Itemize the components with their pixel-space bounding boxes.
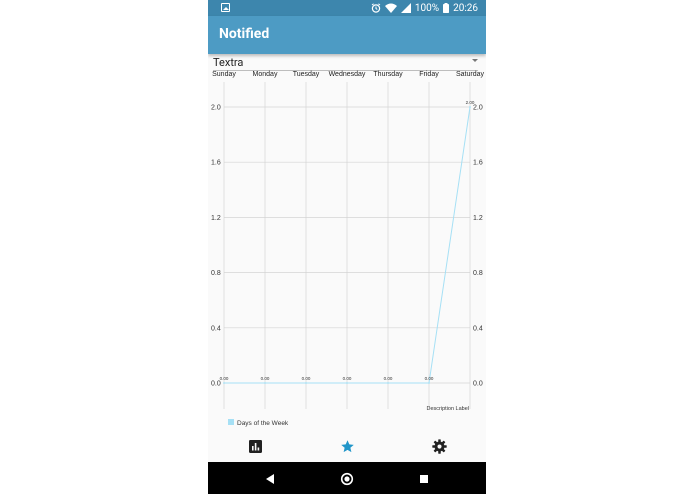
phone-screen: 100% 20:26 Notified Textra Sunday Monday T…	[208, 0, 486, 494]
x-tick-label: Wednesday	[329, 71, 366, 78]
chart-canvas[interactable]: Sunday Monday Tuesday Wednesday Thursday Frid…	[208, 68, 486, 428]
nav-settings-button[interactable]	[430, 437, 448, 455]
x-tick-label: Tuesday	[293, 71, 320, 78]
y-tick-label-left: 0.8	[211, 270, 221, 277]
dropdown-arrow-icon	[472, 59, 478, 62]
status-bar: 100% 20:26	[208, 0, 486, 16]
back-button[interactable]	[264, 471, 278, 485]
y-tick-label-right: 0.4	[473, 325, 483, 332]
app-bar: Notified	[208, 16, 486, 54]
y-tick-label-right: 1.6	[473, 160, 483, 167]
image-notification-icon	[221, 3, 230, 12]
recents-button[interactable]	[418, 471, 432, 485]
data-value-label: 0.00	[384, 376, 393, 381]
data-point	[264, 382, 266, 384]
legend-label: Days of the Week	[237, 420, 289, 427]
system-navigation-bar	[208, 462, 486, 494]
data-value-label: 0.00	[302, 376, 311, 381]
wifi-icon	[384, 3, 397, 13]
data-point	[305, 382, 307, 384]
data-value-label: 0.00	[425, 376, 434, 381]
cell-signal-icon	[400, 3, 411, 13]
nav-stats-button[interactable]	[246, 437, 264, 455]
y-tick-label-left: 0.4	[211, 325, 221, 332]
data-point	[346, 382, 348, 384]
y-tick-label-left: 1.2	[211, 215, 221, 222]
settings-gear-icon	[431, 438, 447, 454]
y-tick-label-left: 1.6	[211, 160, 221, 167]
y-tick-label-right: 2.0	[473, 105, 483, 112]
bar-chart-icon	[248, 439, 262, 453]
back-icon	[266, 474, 274, 484]
data-value-label: 0.00	[343, 376, 352, 381]
clock-time: 20:26	[453, 2, 478, 14]
y-tick-label-left: 0.0	[211, 381, 221, 388]
bottom-navigation	[208, 430, 486, 462]
data-point	[469, 106, 471, 108]
x-axis-labels: Sunday Monday Tuesday Wednesday Thursday Frid…	[212, 71, 484, 78]
home-icon	[340, 472, 354, 486]
x-tick-label: Sunday	[212, 71, 236, 78]
alarm-icon	[371, 3, 381, 13]
data-point	[428, 382, 430, 384]
data-value-label: 0.00	[261, 376, 270, 381]
x-tick-label: Thursday	[373, 71, 403, 78]
y-tick-label-right: 1.2	[473, 215, 483, 222]
legend-swatch	[228, 419, 234, 425]
app-title: Notified	[219, 26, 270, 42]
star-icon	[340, 439, 354, 452]
data-value-label: 0.00	[220, 376, 229, 381]
y-tick-label-right: 0.8	[473, 270, 483, 277]
home-button[interactable]	[340, 471, 354, 486]
battery-percent: 100%	[414, 2, 440, 14]
y-tick-label-right: 0.0	[473, 381, 483, 388]
data-point	[387, 382, 389, 384]
x-tick-label: Monday	[253, 71, 278, 78]
y-tick-label-left: 2.0	[211, 105, 221, 112]
recents-icon	[420, 475, 428, 483]
chart-grid	[223, 82, 471, 409]
nav-favorites-button[interactable]	[338, 437, 356, 455]
data-point	[223, 382, 225, 384]
description-label: Description Label	[427, 406, 470, 412]
line-chart[interactable]: Sunday Monday Tuesday Wednesday Thursday Frid…	[208, 68, 486, 428]
battery-icon	[443, 3, 450, 13]
status-icons: 100% 20:26	[371, 1, 478, 15]
x-tick-label: Friday	[419, 71, 439, 78]
data-value-label: 2.00	[466, 100, 475, 105]
x-tick-label: Saturday	[456, 71, 485, 78]
